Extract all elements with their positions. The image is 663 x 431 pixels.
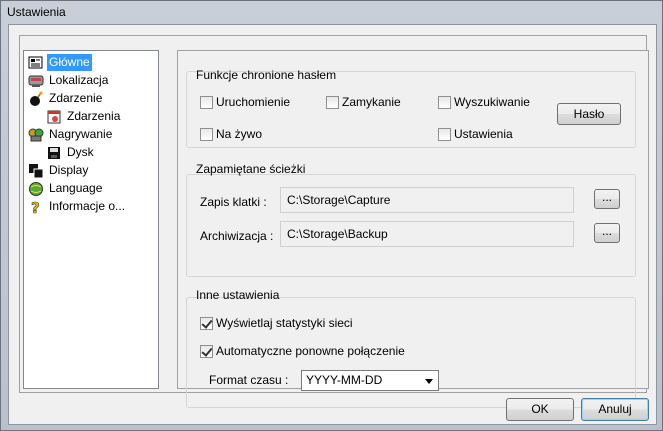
checkbox-box[interactable]	[326, 95, 339, 109]
cancel-button[interactable]: Anuluj	[581, 398, 649, 421]
tree-item-events[interactable]: Zdarzenia	[46, 108, 122, 125]
settings-checkbox[interactable]: Ustawienia	[438, 127, 513, 141]
location-icon	[28, 73, 44, 89]
dialog-client-area: Główne Lokalizacja Zdarzenie Zdarzenia N…	[8, 24, 657, 425]
tree-item-label: Language	[49, 181, 103, 195]
tree-item-label: Główne	[47, 54, 92, 71]
language-globe-icon	[28, 181, 44, 197]
event-bomb-icon	[28, 91, 44, 107]
network-stats-checkbox[interactable]: Wyświetlaj statystyki sieci	[200, 316, 353, 330]
checkbox-label: Wyświetlaj statystyki sieci	[216, 316, 353, 330]
time-format-value: YYYY-MM-DD	[306, 373, 383, 387]
tree-item-label: Lokalizacja	[49, 73, 109, 87]
chevron-down-icon	[425, 379, 433, 384]
password-group-title: Funkcje chronione hasłem	[196, 68, 337, 82]
disk-icon	[46, 145, 62, 161]
tree-item-display[interactable]: Display	[28, 162, 90, 179]
checkbox-box[interactable]	[200, 127, 213, 141]
checkbox-box[interactable]	[200, 95, 213, 109]
checkbox-box[interactable]	[200, 344, 213, 358]
tree-item-language[interactable]: Language	[28, 180, 104, 197]
tree-item-location[interactable]: Lokalizacja	[28, 72, 110, 89]
checkbox-box[interactable]	[438, 95, 451, 109]
time-format-select[interactable]: YYYY-MM-DD	[301, 370, 439, 391]
tree-item-label: Zdarzenie	[49, 91, 103, 105]
tree-item-disk[interactable]: Dysk	[46, 144, 96, 161]
checkbox-label: Zamykanie	[342, 95, 401, 109]
display-icon	[28, 163, 44, 179]
settings-content-panel: Funkcje chronione hasłem Uruchomienie Za…	[177, 50, 649, 408]
checkbox-box[interactable]	[438, 127, 451, 141]
settings-category-tree: Główne Lokalizacja Zdarzenie Zdarzenia N…	[23, 50, 159, 389]
checkbox-label: Na żywo	[216, 127, 263, 141]
tree-item-event[interactable]: Zdarzenie	[28, 90, 104, 107]
window-title: Ustawienia	[7, 5, 66, 19]
svg-text:?: ?	[31, 199, 40, 215]
auto-reconnect-checkbox[interactable]: Automatyczne ponowne połączenie	[200, 344, 405, 358]
info-question-icon: ?	[28, 198, 44, 217]
paths-group-title: Zapamiętane ścieżki	[196, 162, 306, 176]
password-button[interactable]: Hasło	[557, 103, 621, 125]
settings-window: Ustawienia Główne Lokalizacja Zdarzenie …	[0, 0, 663, 431]
capture-path-label: Zapis klatki :	[200, 195, 267, 209]
time-format-label: Format czasu :	[209, 373, 289, 387]
tree-item-label: Dysk	[67, 145, 94, 159]
checkbox-box[interactable]	[200, 316, 213, 330]
ok-button[interactable]: OK	[506, 398, 574, 421]
archive-path-label: Archiwizacja :	[200, 229, 274, 243]
checkbox-label: Ustawienia	[454, 127, 513, 141]
tree-item-label: Display	[49, 163, 89, 177]
archive-browse-button[interactable]: ...	[594, 223, 620, 243]
tree-item-label: Informacje o...	[49, 199, 126, 213]
recording-icon	[28, 127, 44, 143]
checkbox-label: Wyszukiwanie	[454, 95, 530, 109]
archive-path-field[interactable]: C:\Storage\Backup	[280, 221, 574, 247]
checkbox-label: Automatyczne ponowne połączenie	[216, 344, 405, 358]
capture-browse-button[interactable]: ...	[594, 189, 620, 209]
capture-path-field[interactable]: C:\Storage\Capture	[280, 187, 574, 213]
checkbox-label: Uruchomienie	[216, 95, 291, 109]
startup-checkbox[interactable]: Uruchomienie	[200, 95, 290, 109]
tree-item-recording[interactable]: Nagrywanie	[28, 126, 114, 143]
other-group-title: Inne ustawienia	[196, 288, 280, 302]
live-checkbox[interactable]: Na żywo	[200, 127, 262, 141]
search-checkbox[interactable]: Wyszukiwanie	[438, 95, 530, 109]
tree-item-about[interactable]: ? Informacje o...	[28, 198, 127, 217]
tree-item-general[interactable]: Główne	[28, 54, 92, 71]
tree-item-label: Zdarzenia	[67, 109, 121, 123]
tree-item-label: Nagrywanie	[49, 127, 113, 141]
general-settings-icon	[28, 55, 44, 71]
events-calendar-icon	[46, 109, 62, 125]
closing-checkbox[interactable]: Zamykanie	[326, 95, 401, 109]
